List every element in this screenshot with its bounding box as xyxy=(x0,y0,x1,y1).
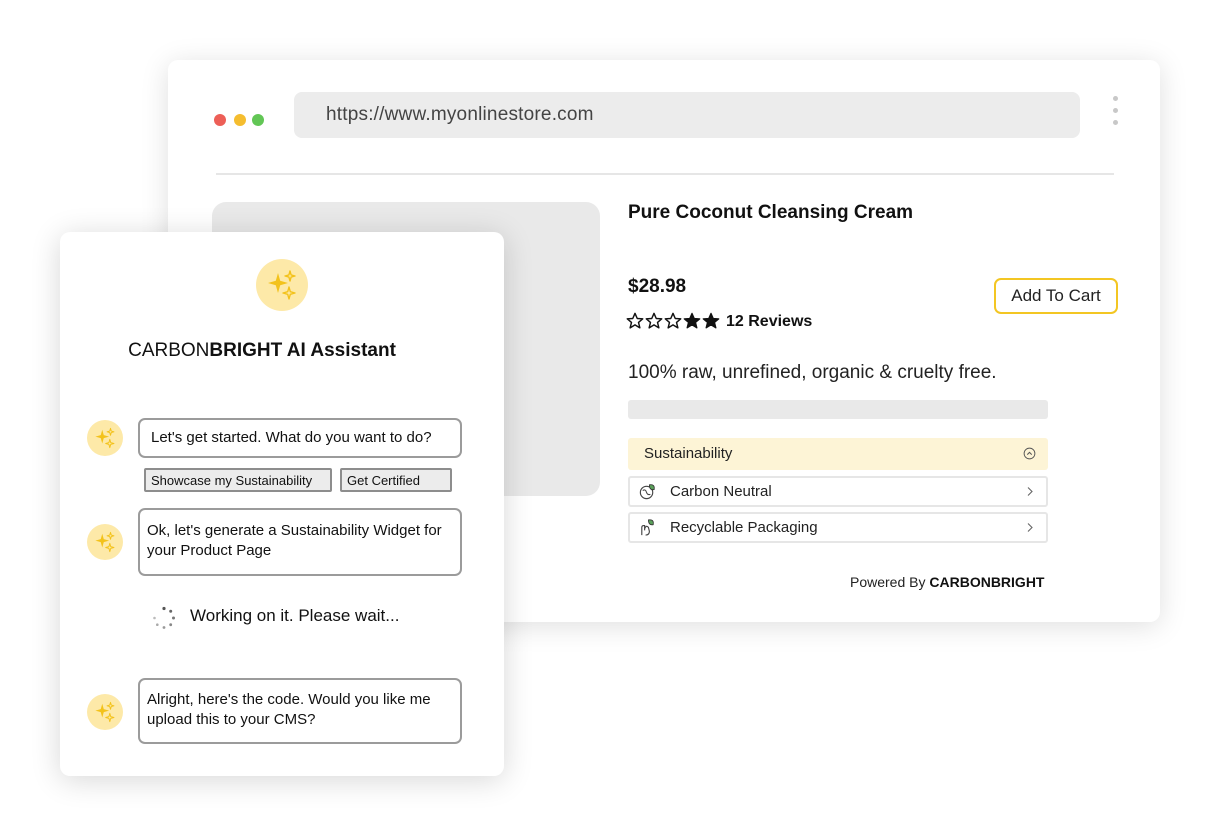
chevron-up-circle-icon xyxy=(1023,447,1036,460)
header-divider xyxy=(216,173,1114,175)
assistant-message: Let's get started. What do you want to d… xyxy=(138,418,462,458)
placeholder-bar xyxy=(628,400,1048,419)
showcase-sustainability-option[interactable]: Showcase my Sustainability xyxy=(144,468,332,492)
powered-by-prefix: Powered By xyxy=(850,574,926,590)
star-empty-icon xyxy=(664,312,682,330)
reviews-link[interactable]: 12 Reviews xyxy=(726,313,812,331)
star-filled-icon xyxy=(702,312,720,330)
assistant-title-bold: BRIGHT AI Assistant xyxy=(209,340,396,361)
sparkle-icon xyxy=(94,427,116,449)
assistant-message: Ok, let's generate a Sustainability Widg… xyxy=(138,508,462,576)
assistant-avatar xyxy=(87,694,123,730)
sparkle-icon xyxy=(94,531,116,553)
chevron-right-icon xyxy=(1027,523,1033,532)
assistant-title: CARBONBRIGHT AI Assistant xyxy=(60,340,464,362)
sustainability-header-label: Sustainability xyxy=(644,445,733,462)
product-price: $28.98 xyxy=(628,276,687,297)
get-certified-option[interactable]: Get Certified xyxy=(340,468,452,492)
leaf-globe-icon xyxy=(639,484,655,500)
ai-assistant-panel: CARBONBRIGHT AI Assistant Let's get star… xyxy=(60,232,504,776)
powered-by-brand: CARBONBRIGHT xyxy=(929,574,1045,590)
star-empty-icon xyxy=(645,312,663,330)
loading-spinner-icon xyxy=(153,606,175,629)
assistant-avatar xyxy=(87,524,123,560)
more-options-icon[interactable] xyxy=(1110,96,1120,130)
star-empty-icon xyxy=(626,312,644,330)
working-status: Working on it. Please wait... xyxy=(190,606,400,625)
product-title: Pure Coconut Cleansing Cream xyxy=(628,202,914,223)
add-to-cart-button[interactable]: Add To Cart xyxy=(994,278,1118,314)
sustainability-item-recyclable-packaging[interactable]: Recyclable Packaging xyxy=(628,512,1048,543)
close-window-dot[interactable] xyxy=(214,114,226,126)
sustainability-item-carbon-neutral[interactable]: Carbon Neutral xyxy=(628,476,1048,507)
assistant-message: Alright, here's the code. Would you like… xyxy=(138,678,462,744)
sparkle-icon xyxy=(266,269,298,301)
star-filled-icon xyxy=(683,312,701,330)
maximize-window-dot[interactable] xyxy=(252,114,264,126)
star-rating xyxy=(626,312,720,330)
assistant-title-prefix: CARBON xyxy=(128,340,210,361)
powered-by-label: Powered By CARBONBRIGHT xyxy=(850,574,1044,590)
sustainability-item-label: Carbon Neutral xyxy=(670,483,772,500)
hand-leaf-icon xyxy=(641,519,654,536)
sustainability-item-label: Recyclable Packaging xyxy=(670,519,818,536)
product-description: 100% raw, unrefined, organic & cruelty f… xyxy=(628,362,997,383)
sustainability-accordion-header[interactable]: Sustainability xyxy=(628,438,1048,470)
sparkle-icon xyxy=(94,701,116,723)
assistant-avatar xyxy=(87,420,123,456)
address-bar[interactable]: https://www.myonlinestore.com xyxy=(294,92,1080,138)
ai-sparkle-logo xyxy=(256,259,308,311)
chevron-right-icon xyxy=(1027,487,1033,496)
minimize-window-dot[interactable] xyxy=(234,114,246,126)
